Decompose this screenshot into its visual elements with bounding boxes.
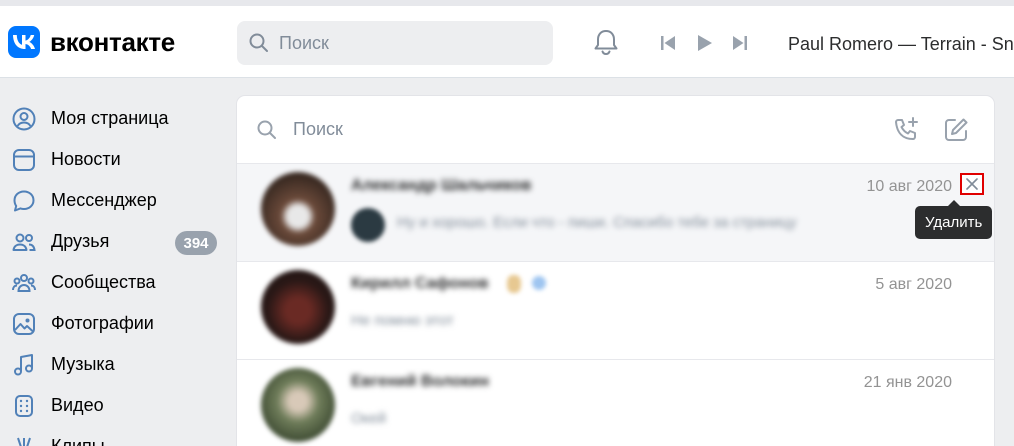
sidebar-item-label: Сообщества xyxy=(51,272,156,292)
sidebar-item-messenger[interactable]: Мессенджер xyxy=(0,180,230,221)
conversation-date: 21 янв 2020 xyxy=(863,374,952,391)
audio-player-controls xyxy=(658,33,750,53)
sidebar-item-label: Мессенджер xyxy=(51,190,157,210)
compose-message-icon[interactable] xyxy=(942,116,970,149)
conversation-date: 5 авг 2020 xyxy=(875,276,952,293)
top-search-input[interactable] xyxy=(279,32,529,54)
news-icon xyxy=(12,148,36,172)
video-icon xyxy=(12,394,36,418)
notifications-bell-icon[interactable] xyxy=(590,26,622,63)
conversation-snippet: Не помню этот xyxy=(351,312,454,329)
sidebar-item-label: Фотографии xyxy=(51,313,154,333)
sidebar-item-label: Видео xyxy=(51,395,104,415)
conversation-name: Кирилл Сафонов xyxy=(351,275,489,292)
conversation-name: Александр Шальчиков xyxy=(351,177,532,194)
messenger-search-bar xyxy=(237,96,994,164)
sidebar-item-label: Клипы xyxy=(51,436,105,446)
delete-tooltip: Удалить xyxy=(915,200,993,239)
conversation-item[interactable]: Евгений Волокин 21 янв 2020 Окей xyxy=(237,360,994,446)
left-sidebar: Моя страница Новости Мессенджер Друзья 3… xyxy=(0,98,230,446)
conversation-item[interactable]: Кирилл Сафонов 5 авг 2020 Не помню этот xyxy=(237,262,994,360)
avatar xyxy=(261,270,335,344)
vk-logo-icon xyxy=(8,26,40,58)
conversation-item[interactable]: Александр Шальчиков 10 авг 2020 Ну и хор… xyxy=(237,164,994,262)
message-icon xyxy=(12,189,36,213)
friends-icon xyxy=(12,230,36,254)
avatar xyxy=(261,172,335,246)
delete-conversation-button[interactable] xyxy=(960,173,984,195)
sidebar-item-my-page[interactable]: Моя страница xyxy=(0,98,230,139)
conversation-snippet: Ну и хорошо. Если что - пиши. Спасибо те… xyxy=(397,214,797,231)
user-circle-icon xyxy=(12,107,36,131)
avatar xyxy=(261,368,335,442)
conversation-date: 10 авг 2020 xyxy=(866,178,952,195)
photo-icon xyxy=(12,312,36,336)
play-icon[interactable] xyxy=(694,33,714,53)
close-icon xyxy=(966,178,978,190)
messenger-search-input[interactable] xyxy=(293,119,793,140)
next-track-icon[interactable] xyxy=(730,33,750,53)
now-playing-title[interactable]: Paul Romero — Terrain - Snow xyxy=(788,34,1014,55)
top-search-box[interactable] xyxy=(237,21,553,65)
music-icon xyxy=(12,353,36,377)
vk-logo[interactable]: вконтакте xyxy=(8,26,175,58)
emoji-icon xyxy=(507,275,521,293)
sidebar-item-label: Друзья xyxy=(51,231,110,251)
communities-icon xyxy=(12,271,36,295)
friends-count-badge: 394 xyxy=(175,231,217,255)
sidebar-item-clips[interactable]: Клипы xyxy=(0,426,230,446)
sidebar-item-label: Новости xyxy=(51,149,121,169)
conversation-snippet: Окей xyxy=(351,410,387,427)
sidebar-item-friends[interactable]: Друзья 394 xyxy=(0,221,230,262)
search-icon xyxy=(249,33,268,52)
sidebar-item-photos[interactable]: Фотографии xyxy=(0,303,230,344)
clips-icon xyxy=(12,435,36,446)
top-header: вконтакте Paul Romero — Terrain - Snow xyxy=(0,0,1014,78)
sidebar-item-music[interactable]: Музыка xyxy=(0,344,230,385)
conversation-name: Евгений Волокин xyxy=(351,373,490,390)
search-icon xyxy=(257,120,276,139)
sender-mini-avatar xyxy=(351,208,385,242)
messenger-panel: Александр Шальчиков 10 авг 2020 Ну и хор… xyxy=(237,96,994,446)
logo-text: вконтакте xyxy=(50,26,175,57)
new-call-icon[interactable] xyxy=(892,116,920,149)
sidebar-item-news[interactable]: Новости xyxy=(0,139,230,180)
previous-track-icon[interactable] xyxy=(658,33,678,53)
sidebar-item-communities[interactable]: Сообщества xyxy=(0,262,230,303)
sidebar-item-label: Моя страница xyxy=(51,108,169,128)
verified-icon xyxy=(532,276,546,290)
sidebar-item-label: Музыка xyxy=(51,354,115,374)
sidebar-item-video[interactable]: Видео xyxy=(0,385,230,426)
